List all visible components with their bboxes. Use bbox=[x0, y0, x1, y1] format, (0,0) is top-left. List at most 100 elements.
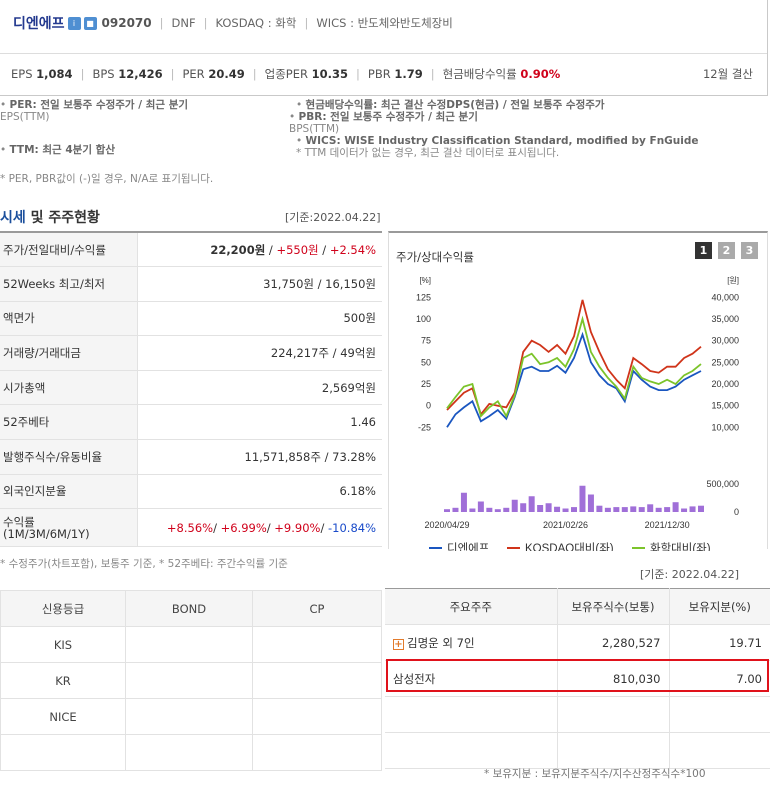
bps-label: BPS bbox=[92, 67, 115, 81]
industry-per-label: 업종PER bbox=[264, 67, 308, 81]
table-row: 신용등급 BOND CP bbox=[0, 590, 382, 627]
volume-bar bbox=[494, 509, 501, 512]
volume-bar bbox=[647, 504, 654, 512]
volume-bar bbox=[621, 507, 628, 512]
volume-bar bbox=[664, 507, 671, 512]
note-na: * PER, PBR값이 (-)일 경우, N/A로 표기됩니다. bbox=[0, 173, 214, 185]
table-row: 주가/전일대비/수익률 22,200원 / +550원 / +2.54% bbox=[0, 232, 382, 268]
volume-bar bbox=[452, 507, 459, 512]
legend-label: KOSDAQ대비(좌) bbox=[525, 542, 614, 551]
section-date: [기준:2022.04.22] bbox=[285, 211, 381, 224]
table-row: 시가총액 2,569억원 bbox=[0, 370, 382, 406]
table-row: 주요주주 보유주식수(보통) 보유지분(%) bbox=[385, 588, 770, 625]
tag-wics: WICS : 반도체와반도체장비 bbox=[316, 16, 453, 30]
eps-label: EPS bbox=[11, 67, 33, 81]
eps-value: 1,084 bbox=[36, 67, 73, 81]
table-row: 52주베타 1.46 bbox=[0, 404, 382, 441]
table-row bbox=[0, 734, 382, 771]
metrics-bar: EPS 1,084 | BPS 12,426 | PER 20.49 | 업종P… bbox=[0, 53, 767, 97]
y-left-tick: -25 bbox=[418, 422, 431, 432]
per-value: 20.49 bbox=[208, 67, 245, 81]
section-title: 시세 및 주주현황 bbox=[0, 210, 100, 226]
bps-value: 12,426 bbox=[118, 67, 163, 81]
volume-bar bbox=[587, 494, 594, 512]
volume-bar bbox=[638, 507, 645, 512]
volume-bar bbox=[571, 507, 577, 512]
volume-bar bbox=[655, 507, 662, 512]
note-per-2: EPS(TTM) bbox=[0, 111, 50, 123]
tag-ticker: DNF bbox=[171, 16, 196, 30]
legend-label: 화학대비(좌) bbox=[650, 542, 711, 551]
table-row: NICE bbox=[0, 698, 382, 735]
bond-table: 신용등급 BOND CP KIS KR NICE bbox=[0, 590, 382, 771]
y-right-tick: 15,000 bbox=[711, 401, 739, 411]
volume-bar bbox=[460, 492, 467, 512]
volume-bar bbox=[511, 499, 518, 512]
volume-bar bbox=[630, 506, 637, 512]
y-left-tick: 75 bbox=[421, 336, 431, 346]
volume-bar bbox=[689, 506, 696, 512]
volume-tick: 500,000 bbox=[706, 479, 739, 489]
x-tick: 2021/02/26 bbox=[543, 520, 588, 530]
x-tick: 2021/12/30 bbox=[645, 520, 690, 530]
highlight-box bbox=[386, 659, 769, 692]
volume-bar bbox=[681, 508, 688, 512]
chart-page-3[interactable]: 3 bbox=[741, 242, 758, 259]
volume-bar bbox=[698, 505, 704, 512]
table-row: KIS bbox=[0, 626, 382, 663]
y-right-tick: 25,000 bbox=[711, 357, 739, 367]
y-right-tick: 40,000 bbox=[711, 292, 739, 302]
pbr-value: 1.79 bbox=[394, 67, 423, 81]
table-row: 52Weeks 최고/최저 31,750원 / 16,150원 bbox=[0, 266, 382, 302]
volume-bar bbox=[579, 485, 586, 512]
table-row: KR bbox=[0, 662, 382, 699]
volume-bar bbox=[486, 507, 493, 512]
note-ttm-2: * TTM 데이터가 없는 경우, 최근 결산 데이터로 표시됩니다. bbox=[296, 147, 560, 159]
company-line: 디엔에프 i ■ 092070 | DNF | KOSDAQ : 화학 | WI… bbox=[13, 13, 453, 33]
chart-page-1[interactable]: 1 bbox=[695, 242, 712, 259]
volume-bar bbox=[604, 507, 611, 512]
table-row: 외국인지분율 6.18% bbox=[0, 474, 382, 510]
return-chart: 주가/상대수익률 1 2 3 [%] [원] 125 100 75 50 25 0 -25 40,… bbox=[388, 231, 768, 551]
industry-per-value: 10.35 bbox=[311, 67, 349, 81]
volume-bar bbox=[613, 507, 620, 512]
y-left-tick: 100 bbox=[416, 314, 431, 324]
volume-bar bbox=[520, 503, 527, 512]
company-name[interactable]: 디엔에프 bbox=[13, 13, 65, 33]
y-left-tick: 25 bbox=[421, 379, 431, 389]
table-row: 수익률 (1M/3M/6M/1Y) +8.56%/ +6.99%/ +9.90%/… bbox=[0, 508, 382, 548]
chart-page-2[interactable]: 2 bbox=[718, 242, 735, 259]
company-header: 디엔에프 i ■ 092070 | DNF | KOSDAQ : 화학 | WI… bbox=[0, 0, 768, 96]
volume-bar bbox=[528, 496, 535, 512]
price-table: 주가/전일대비/수익률 22,200원 / +550원 / +2.54% 52W… bbox=[0, 231, 382, 548]
table-row: 거래량/거래대금 224,217주 / 49억원 bbox=[0, 335, 382, 371]
x-tick: 2020/04/29 bbox=[424, 520, 469, 530]
price-note: * 수정주가(차트포함), 보통주 기준, * 52주베타: 주간수익률 기준 bbox=[0, 558, 288, 570]
table-row bbox=[385, 732, 770, 769]
volume-bar bbox=[562, 508, 569, 512]
y-left-tick: 125 bbox=[416, 292, 431, 302]
table-row: 액면가 500원 bbox=[0, 301, 382, 337]
table-row: 발행주식수/유동비율 11,571,858주 / 73.28% bbox=[0, 439, 382, 475]
per-label: PER bbox=[182, 67, 205, 81]
y-right-tick: 10,000 bbox=[711, 422, 739, 432]
volume-bar bbox=[537, 505, 544, 512]
y-right-unit: [원] bbox=[727, 276, 739, 285]
fiscal-month: 12월 결산 bbox=[702, 67, 753, 81]
table-row: + 김명운 외 7인 2,280,527 19.71 bbox=[385, 624, 770, 661]
y-right-tick: 20,000 bbox=[711, 379, 739, 389]
holder-note: * 보유지분 : 보유지분주식수/지수산정주식수*100 bbox=[484, 768, 706, 780]
volume-tick: 0 bbox=[734, 507, 739, 517]
y-right-tick: 30,000 bbox=[711, 336, 739, 346]
note-ttm: • TTM: 최근 4분기 합산 bbox=[0, 144, 115, 156]
holder-date: [기준: 2022.04.22] bbox=[640, 568, 740, 581]
dividend-label: 현금배당수익률 bbox=[442, 67, 517, 81]
dividend-value: 0.90% bbox=[520, 67, 561, 81]
report-icon[interactable]: ■ bbox=[83, 16, 97, 30]
volume-bar bbox=[554, 506, 561, 512]
y-left-unit: [%] bbox=[419, 276, 431, 285]
pbr-label: PBR bbox=[367, 67, 391, 81]
expand-icon[interactable]: + bbox=[393, 638, 404, 650]
info-icon[interactable]: i bbox=[67, 16, 81, 30]
volume-bar bbox=[672, 502, 679, 512]
